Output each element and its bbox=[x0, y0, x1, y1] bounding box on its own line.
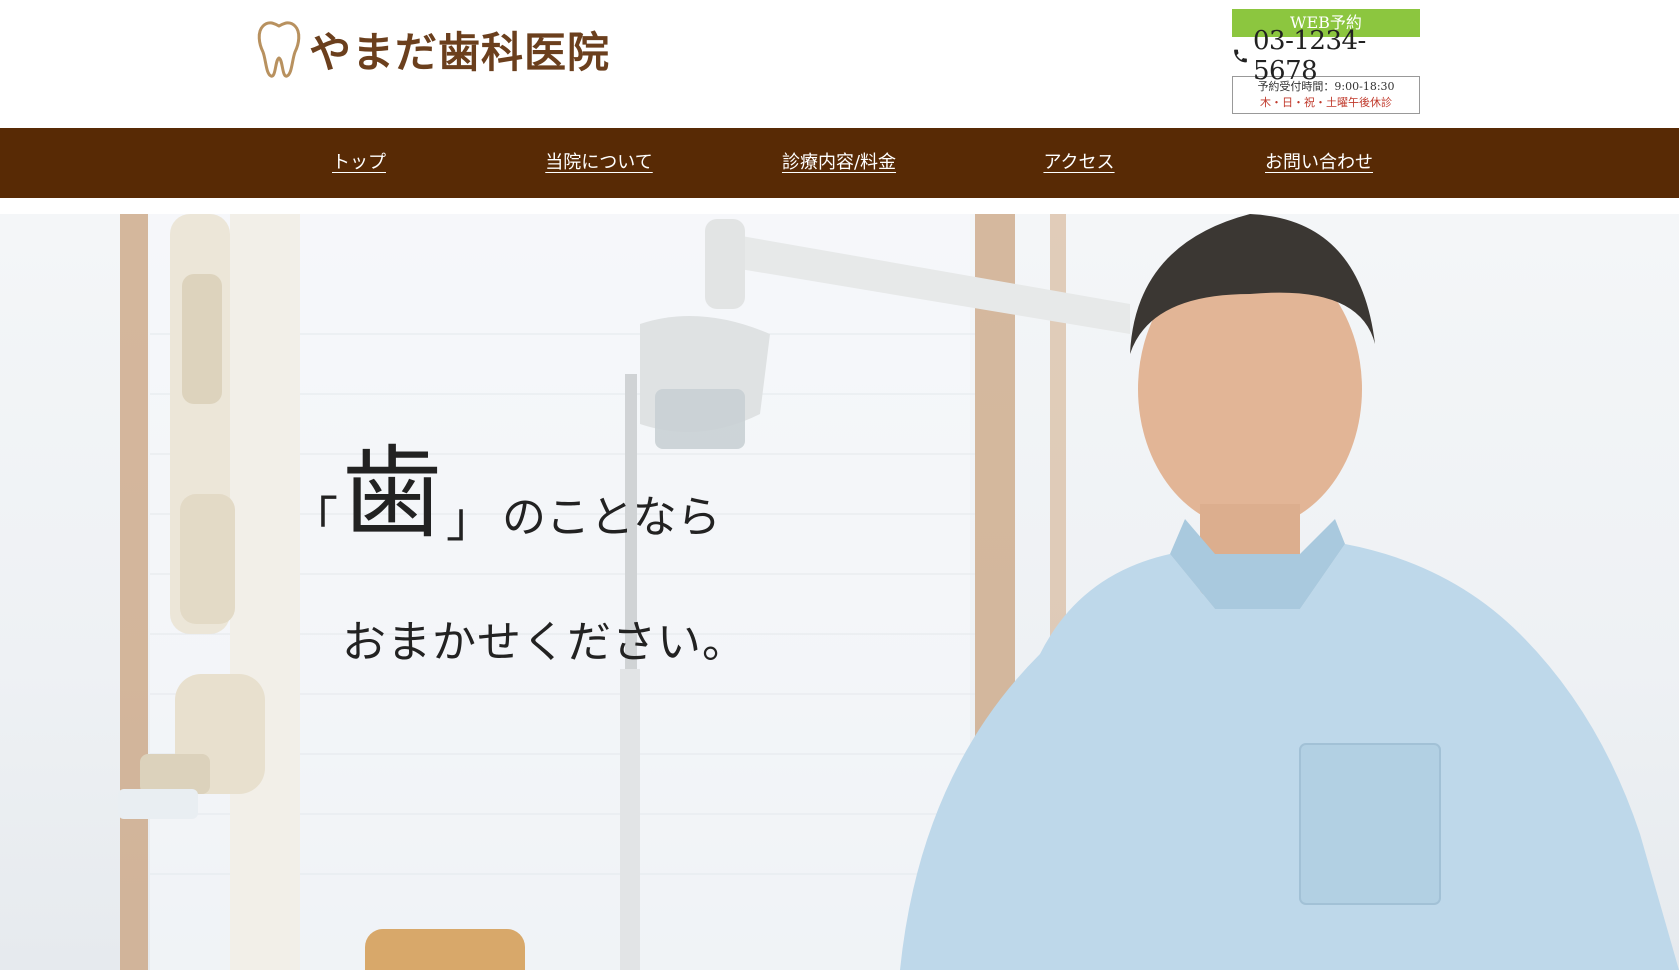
tooth-logo-icon bbox=[257, 21, 301, 78]
close-bracket: 」 bbox=[446, 492, 495, 548]
hero-catch-line2: おまかせください。 bbox=[342, 617, 747, 668]
phone-icon bbox=[1234, 49, 1247, 63]
nav-item-top[interactable]: トップ bbox=[332, 128, 386, 198]
tel-row[interactable]: 03-1234-5678 bbox=[1232, 26, 1420, 86]
global-nav: トップ 当院について 診療内容/料金 アクセス お問い合わせ bbox=[0, 128, 1679, 198]
tel-number[interactable]: 03-1234-5678 bbox=[1253, 26, 1420, 86]
reservation-hours-box: 予約受付時間：9:00-18:30 木・日・祝・土曜午後休診 bbox=[1232, 76, 1420, 114]
nav-item-access[interactable]: アクセス bbox=[1043, 128, 1114, 198]
site-header: やまだ歯科医院 WEB予約 03-1234-5678 予約受付時間：9:00-1… bbox=[0, 0, 1679, 128]
closed-days: 木・日・祝・土曜午後休診 bbox=[1260, 96, 1392, 109]
hero-catch-line1: 「 歯 」 のことなら bbox=[290, 435, 721, 552]
nav-item-treatment[interactable]: 診療内容/料金 bbox=[782, 128, 896, 198]
logo-text: やまだ歯科医院 bbox=[309, 27, 611, 77]
hero-catch-line1-rest: のことなら bbox=[502, 492, 721, 543]
hero-photo bbox=[118, 214, 1679, 970]
contact-box: WEB予約 03-1234-5678 予約受付時間：9:00-18:30 木・日… bbox=[1232, 9, 1420, 114]
reservation-hours: 予約受付時間：9:00-18:30 bbox=[1257, 80, 1395, 93]
hero-big-char: 歯 bbox=[342, 435, 443, 552]
nav-item-contact[interactable]: お問い合わせ bbox=[1265, 128, 1373, 198]
hero-section: 「 歯 」 のことなら おまかせください。 bbox=[0, 214, 1679, 970]
open-bracket: 「 bbox=[290, 492, 339, 548]
site-logo[interactable]: やまだ歯科医院 bbox=[255, 18, 610, 80]
nav-item-about[interactable]: 当院について bbox=[545, 128, 652, 198]
